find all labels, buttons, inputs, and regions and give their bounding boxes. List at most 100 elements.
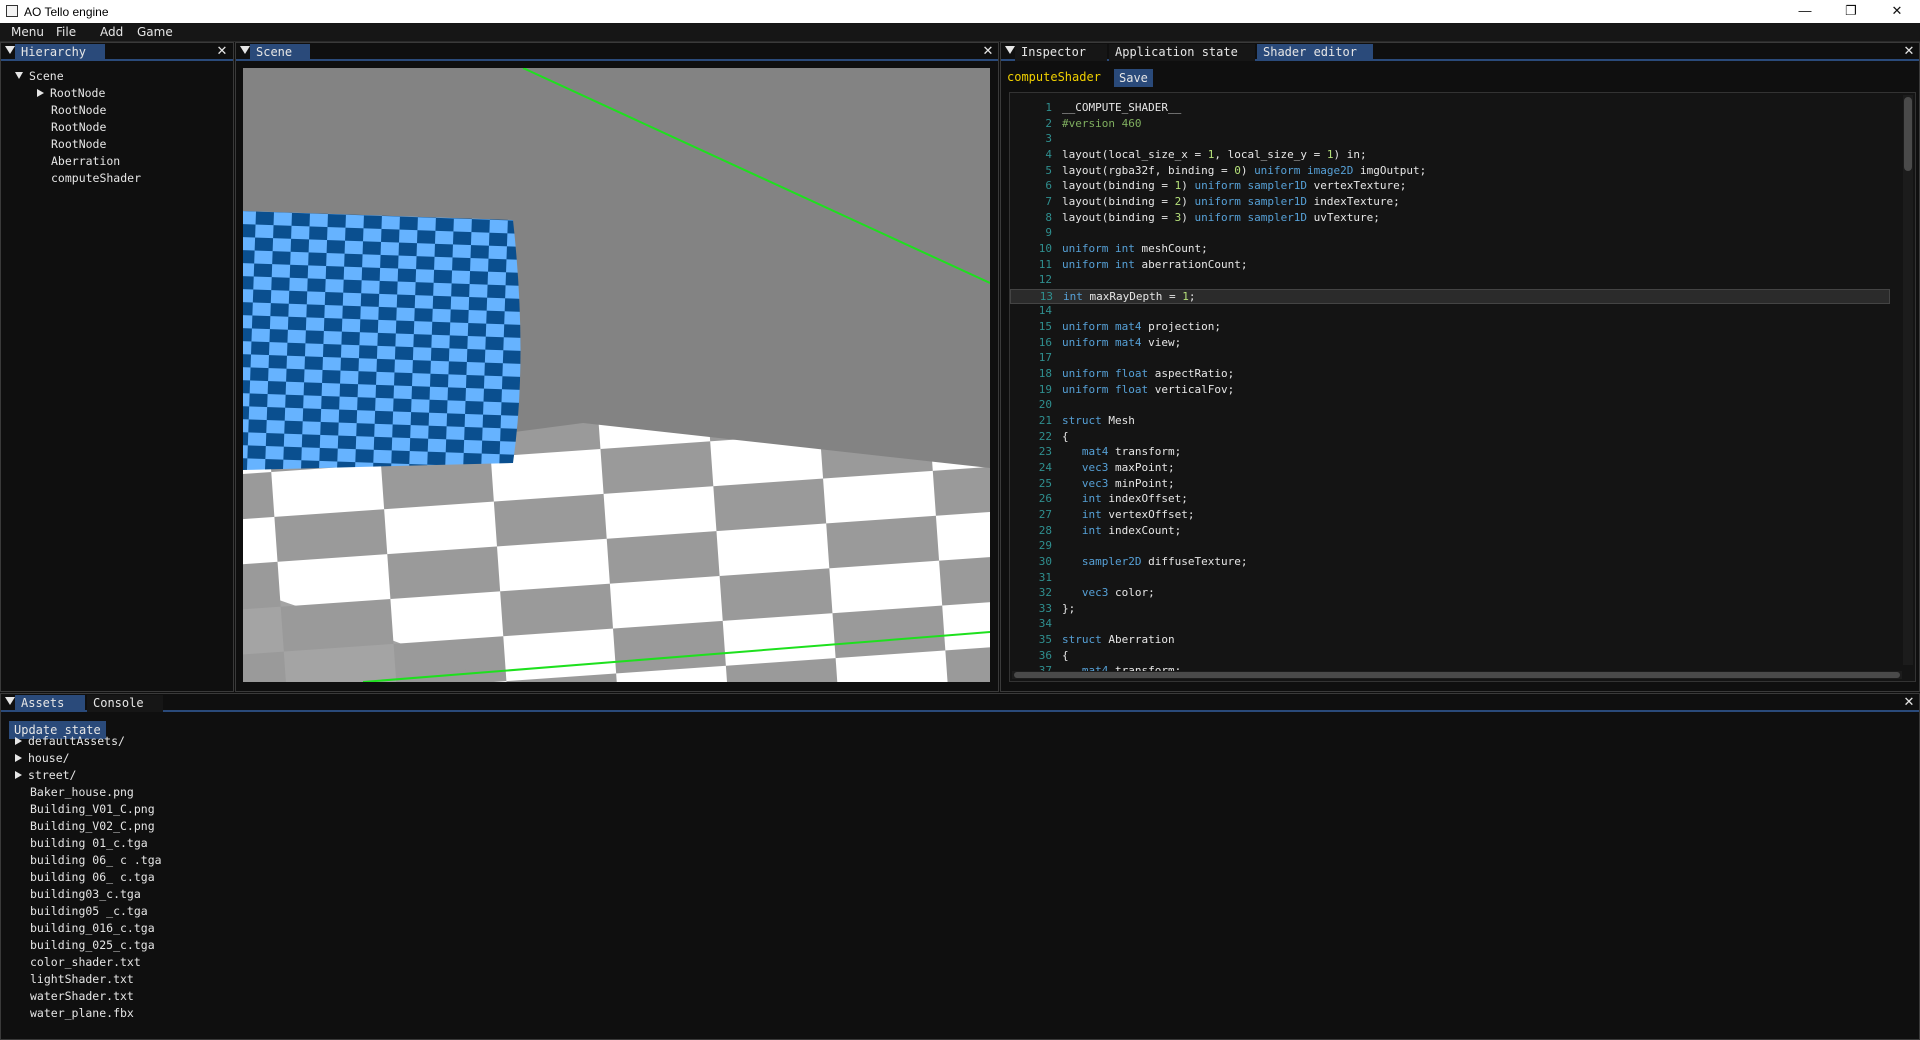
code-line[interactable]: 31 [1010,571,1890,587]
file-item[interactable]: building_016_c.tga [30,921,155,935]
code-line[interactable]: 8 layout(binding = 3) uniform sampler1D u… [1010,211,1890,227]
code-line[interactable]: 9 [1010,226,1890,242]
code-line[interactable]: 22 { [1010,430,1890,446]
code-line[interactable]: 35 struct Aberration [1010,633,1890,649]
file-item[interactable]: Building_V01_C.png [30,802,155,816]
menu-menu[interactable]: Menu [11,25,44,39]
menu-game[interactable]: Game [137,25,173,39]
line-number: 7 [1045,194,1052,208]
code-line[interactable]: 1 __COMPUTE_SHADER__ [1010,101,1890,117]
code-text: uniform int aberrationCount; [1062,257,1248,271]
close-icon[interactable]: ✕ [1901,43,1917,61]
file-item[interactable]: building 06_ c.tga [30,870,155,884]
vertical-scrollbar[interactable] [1903,95,1913,665]
file-item[interactable]: water_plane.fbx [30,1006,134,1020]
collapse-arrow-icon[interactable] [5,46,15,54]
code-line[interactable]: 15 uniform mat4 projection; [1010,320,1890,336]
file-item[interactable]: building_025_c.tga [30,938,155,952]
minimize-button[interactable]: — [1782,0,1828,23]
code-line[interactable]: 27 int vertexOffset; [1010,508,1890,524]
code-text: uniform mat4 projection; [1062,320,1221,334]
menu-file[interactable]: File [56,25,76,39]
tree-item-rootnode[interactable]: RootNode [51,137,106,151]
file-item[interactable]: lightShader.txt [30,972,134,986]
code-line[interactable]: 36 { [1010,649,1890,665]
line-number: 31 [1038,570,1052,584]
scrollbar-thumb[interactable] [1014,672,1900,678]
code-line[interactable]: 13 int maxRayDepth = 1; [1010,288,1890,305]
code-line[interactable]: 18 uniform float aspectRatio; [1010,367,1890,383]
code-line[interactable]: 33}; [1010,602,1890,618]
file-item[interactable]: building03_c.tga [30,887,141,901]
code-line[interactable]: 10 uniform int meshCount; [1010,242,1890,258]
file-item[interactable]: waterShader.txt [30,989,134,1003]
tree-item-rootnode[interactable]: RootNode [51,103,106,117]
tree-item-computeshader[interactable]: computeShader [51,171,141,185]
code-line[interactable]: 5 layout(rgba32f, binding = 0) uniform im… [1010,164,1890,180]
tree-item-rootnode[interactable]: RootNode [51,120,106,134]
code-line[interactable]: 7 layout(binding = 2) uniform sampler1D i… [1010,195,1890,211]
code-line[interactable]: 34 [1010,617,1890,633]
line-number: 3 [1045,132,1052,146]
close-icon[interactable]: ✕ [1901,694,1917,712]
tab-hierarchy[interactable]: Hierarchy [15,44,105,61]
collapse-arrow-icon[interactable] [240,46,250,54]
folder-item[interactable]: house/ [15,751,70,765]
code-line[interactable]: 32 vec3 color; [1010,586,1890,602]
code-line[interactable]: 19 uniform float verticalFov; [1010,383,1890,399]
code-line[interactable]: 14 [1010,304,1890,320]
code-line[interactable]: 2 #version 460 [1010,117,1890,133]
line-number: 29 [1038,539,1052,553]
code-line[interactable]: 24 vec3 maxPoint; [1010,461,1890,477]
folder-item[interactable]: street/ [15,768,76,782]
file-item[interactable]: color_shader.txt [30,955,141,969]
scrollbar-thumb[interactable] [1904,97,1912,171]
horizontal-scrollbar[interactable] [1012,671,1902,679]
code-line[interactable]: 29 [1010,539,1890,555]
code-line[interactable]: 20 [1010,398,1890,414]
collapse-arrow-icon[interactable] [1005,46,1015,54]
tree-item-aberration[interactable]: Aberration [51,154,120,168]
menu-add[interactable]: Add [100,25,123,39]
folder-item[interactable]: defaultAssets/ [15,734,125,748]
code-line[interactable]: 30 sampler2D diffuseTexture; [1010,555,1890,571]
tab-assets[interactable]: Assets [15,695,85,712]
close-icon[interactable]: ✕ [980,43,996,61]
close-window-button[interactable]: ✕ [1874,0,1920,23]
scene-viewport[interactable] [243,68,990,682]
code-line[interactable]: 4 layout(local_size_x = 1, local_size_y =… [1010,148,1890,164]
close-icon[interactable]: ✕ [214,43,230,61]
code-line[interactable]: 26 int indexOffset; [1010,492,1890,508]
code-line[interactable]: 6 layout(binding = 1) uniform sampler1D v… [1010,179,1890,195]
tab-shader-editor[interactable]: Shader editor [1257,44,1373,61]
file-item[interactable]: building05 _c.tga [30,904,148,918]
code-line[interactable]: 3 [1010,132,1890,148]
tree-item-rootnode[interactable]: RootNode [37,86,105,100]
code-line[interactable]: 23 mat4 transform; [1010,445,1890,461]
code-line[interactable]: 12 [1010,273,1890,289]
tree-item-scene[interactable]: Scene [15,69,64,83]
code-line[interactable]: 21 struct Mesh [1010,414,1890,430]
tab-console[interactable]: Console [87,695,163,712]
code-line[interactable]: 25 vec3 minPoint; [1010,477,1890,493]
tab-inspector[interactable]: Inspector [1015,44,1107,61]
code-line[interactable]: 11 uniform int aberrationCount; [1010,258,1890,274]
code-line[interactable]: 16 uniform mat4 view; [1010,336,1890,352]
save-button[interactable]: Save [1114,69,1153,87]
file-item[interactable]: Building_V02_C.png [30,819,155,833]
collapse-arrow-icon[interactable] [5,697,15,705]
maximize-button[interactable]: ❐ [1828,0,1874,23]
code-text: vec3 minPoint; [1081,476,1175,490]
tab-scene[interactable]: Scene [250,44,310,61]
expanded-arrow-icon [15,72,23,79]
code-editor[interactable]: 1 __COMPUTE_SHADER__ 2 #version 460 3 4 layout… [1009,92,1916,682]
line-number: 19 [1038,382,1052,396]
file-item[interactable]: building 01_c.tga [30,836,148,850]
file-item[interactable]: Baker_house.png [30,785,134,799]
file-item[interactable]: building 06_ c .tga [30,853,162,867]
code-line[interactable]: 17 [1010,351,1890,367]
code-line[interactable]: 28 int indexCount; [1010,524,1890,540]
line-number: 9 [1045,226,1052,240]
hierarchy-tabbar: Hierarchy ✕ [1,43,233,61]
tab-application-state[interactable]: Application state [1109,44,1255,61]
